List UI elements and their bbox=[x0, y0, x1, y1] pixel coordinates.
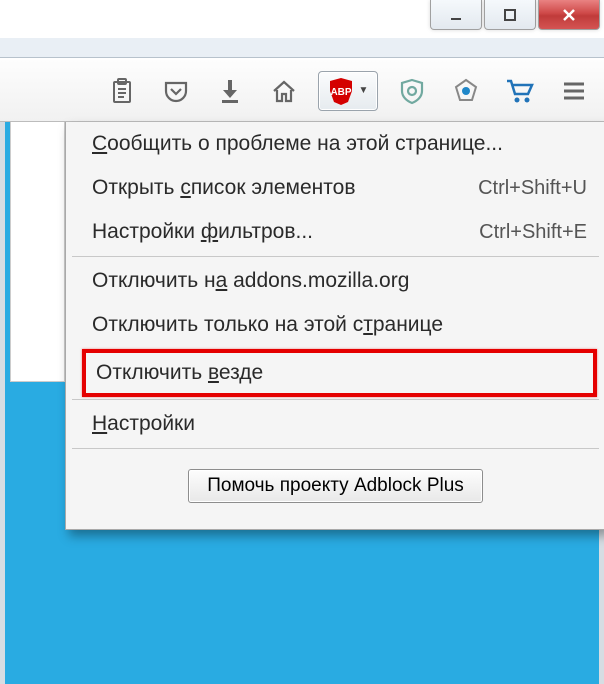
clipboard-icon[interactable] bbox=[102, 71, 142, 111]
dropdown-arrow-icon: ▼ bbox=[359, 85, 369, 96]
menu-item-report-problem[interactable]: Сообщить о проблеме на этой странице... bbox=[66, 122, 604, 166]
eye-icon[interactable] bbox=[446, 71, 486, 111]
maximize-button[interactable] bbox=[484, 0, 536, 30]
home-icon[interactable] bbox=[264, 71, 304, 111]
menu-item-settings[interactable]: Настройки bbox=[66, 402, 604, 446]
abp-icon: ABP bbox=[328, 76, 354, 106]
browser-toolbar: ABP ▼ bbox=[0, 60, 604, 122]
page-content-strip bbox=[10, 122, 65, 382]
close-button[interactable] bbox=[538, 0, 600, 30]
menu-item-disable-on-page[interactable]: Отключить только на этой странице bbox=[66, 303, 604, 347]
hamburger-menu-icon[interactable] bbox=[554, 71, 594, 111]
pocket-icon[interactable] bbox=[156, 71, 196, 111]
adblock-plus-button[interactable]: ABP ▼ bbox=[318, 71, 378, 111]
svg-text:ABP: ABP bbox=[330, 87, 351, 98]
menu-item-disable-everywhere[interactable]: Отключить везде bbox=[82, 349, 597, 397]
menu-footer: Помочь проекту Adblock Plus bbox=[66, 451, 604, 529]
download-icon[interactable] bbox=[210, 71, 250, 111]
privacy-shield-icon[interactable] bbox=[392, 71, 432, 111]
menu-item-filter-settings[interactable]: Настройки фильтров... Ctrl+Shift+E bbox=[66, 210, 604, 254]
cart-icon[interactable] bbox=[500, 71, 540, 111]
menu-separator bbox=[72, 399, 599, 400]
menu-separator bbox=[72, 448, 599, 449]
minimize-button[interactable] bbox=[430, 0, 482, 30]
help-project-button[interactable]: Помочь проекту Adblock Plus bbox=[188, 469, 483, 503]
window-controls bbox=[430, 0, 600, 30]
tab-strip bbox=[0, 38, 604, 58]
menu-item-disable-on-domain[interactable]: Отключить на addons.mozilla.org bbox=[66, 259, 604, 303]
menu-separator bbox=[72, 256, 599, 257]
menu-item-open-elements-list[interactable]: Открыть список элементов Ctrl+Shift+U bbox=[66, 166, 604, 210]
adblock-dropdown-menu: Сообщить о проблеме на этой странице... … bbox=[65, 122, 604, 530]
